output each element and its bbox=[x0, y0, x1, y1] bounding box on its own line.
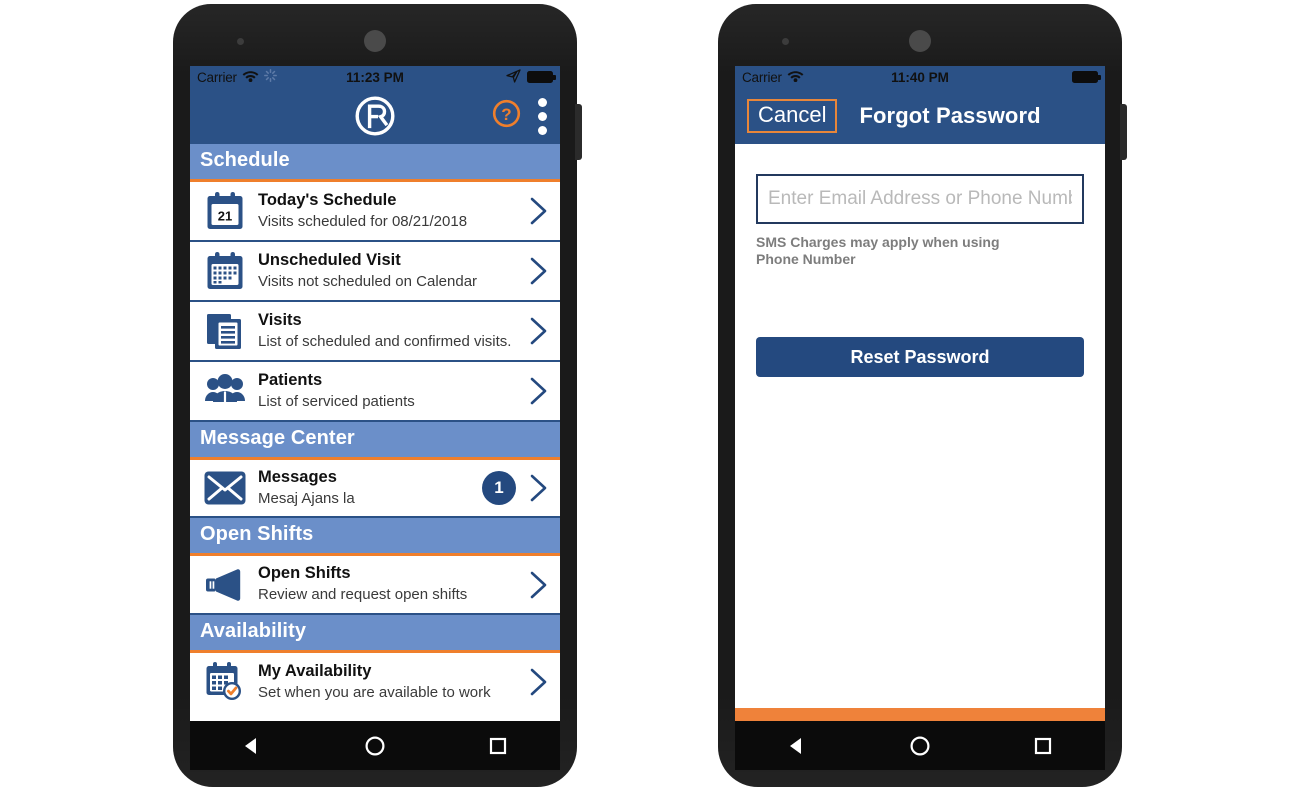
list-item-todays-schedule[interactable]: 21 Today's Schedule Visits scheduled for… bbox=[190, 182, 560, 242]
nav-bar-right: Cancel Forgot Password bbox=[735, 88, 1105, 144]
phone-device-right: Carrier 11:40 PM Cancel Forgot Password … bbox=[718, 4, 1127, 787]
list-item-open-shifts[interactable]: Open Shifts Review and request open shif… bbox=[190, 556, 560, 615]
list-item-title: Unscheduled Visit bbox=[258, 250, 401, 269]
list-item-subtitle: Review and request open shifts bbox=[258, 586, 468, 604]
home-circle-icon[interactable] bbox=[345, 735, 405, 757]
sms-charges-note: SMS Charges may apply when using Phone N… bbox=[756, 234, 1000, 268]
list-item-messages[interactable]: Messages Mesaj Ajans la 1 bbox=[190, 460, 560, 519]
help-question-icon[interactable]: ? bbox=[492, 99, 521, 133]
app-bar-left: ? bbox=[190, 88, 560, 144]
forgot-password-body: SMS Charges may apply when using Phone N… bbox=[735, 144, 1105, 721]
people-group-icon bbox=[201, 370, 249, 412]
section-header-schedule: Schedule bbox=[190, 144, 560, 182]
list-item-text: Unscheduled Visit Visits not scheduled o… bbox=[249, 251, 522, 291]
calendar-day-21-icon: 21 bbox=[201, 190, 249, 232]
list-item-unscheduled-visit[interactable]: Unscheduled Visit Visits not scheduled o… bbox=[190, 242, 560, 302]
list-item-title: Patients bbox=[258, 370, 323, 389]
list-item-title: My Availability bbox=[258, 661, 372, 680]
chevron-right-icon bbox=[526, 196, 552, 226]
status-bar-left-group: Carrier bbox=[197, 69, 277, 85]
app-bar-actions: ? bbox=[492, 96, 550, 137]
carrier-label: Carrier bbox=[197, 69, 237, 85]
back-triangle-icon[interactable] bbox=[222, 735, 282, 757]
recents-square-icon[interactable] bbox=[468, 735, 528, 757]
carrier-label: Carrier bbox=[742, 69, 782, 85]
section-message-center: Message Center Messages Mesaj Ajans la 1 bbox=[190, 422, 560, 519]
list-item-subtitle: List of scheduled and confirmed visits. bbox=[258, 332, 512, 350]
chevron-right-icon bbox=[526, 256, 552, 286]
android-nav-bar-left bbox=[190, 721, 560, 770]
section-header-message-center: Message Center bbox=[190, 422, 560, 460]
cancel-button[interactable]: Cancel bbox=[747, 99, 838, 133]
recents-square-icon[interactable] bbox=[1013, 735, 1073, 757]
list-item-title: Visits bbox=[258, 310, 302, 329]
front-camera-icon bbox=[364, 30, 386, 52]
svg-text:?: ? bbox=[501, 105, 511, 124]
email-or-phone-input[interactable] bbox=[756, 174, 1084, 224]
list-item-text: Visits List of scheduled and confirmed v… bbox=[249, 311, 522, 351]
proximity-sensor-icon bbox=[237, 38, 244, 45]
section-header-availability: Availability bbox=[190, 614, 560, 653]
proximity-sensor-icon bbox=[782, 38, 789, 45]
status-bar-left: Carrier 11:23 PM bbox=[190, 66, 560, 88]
status-bar-right-group bbox=[506, 68, 556, 86]
list-item-subtitle: List of serviced patients bbox=[258, 392, 415, 410]
section-availability: Availability My Availability Set when yo… bbox=[190, 614, 560, 711]
list-item-patients[interactable]: Patients List of serviced patients bbox=[190, 362, 560, 422]
location-arrow-icon bbox=[506, 68, 521, 86]
svg-text:21: 21 bbox=[218, 209, 232, 224]
calendar-check-icon bbox=[201, 661, 249, 703]
back-triangle-icon[interactable] bbox=[767, 735, 827, 757]
chevron-right-icon bbox=[526, 473, 552, 503]
chevron-right-icon bbox=[526, 316, 552, 346]
forgot-password-form: SMS Charges may apply when using Phone N… bbox=[735, 144, 1105, 268]
front-camera-icon bbox=[909, 30, 931, 52]
list-item-subtitle: Set when you are available to work bbox=[258, 683, 491, 701]
sync-spinner-icon bbox=[263, 69, 277, 85]
wifi-icon bbox=[787, 69, 804, 85]
page-title: Forgot Password bbox=[859, 103, 1041, 128]
screen-left: Carrier 11:23 PM ? Schedule 21 Today's S… bbox=[190, 66, 560, 721]
power-button[interactable] bbox=[1120, 104, 1127, 160]
chevron-right-icon bbox=[526, 667, 552, 697]
section-open-shifts: Open Shifts Open Shifts Review and reque… bbox=[190, 518, 560, 615]
list-item-subtitle: Visits scheduled for 08/21/2018 bbox=[258, 212, 468, 230]
status-bar-right: Carrier 11:40 PM bbox=[735, 66, 1105, 88]
list-item-title: Today's Schedule bbox=[258, 190, 397, 209]
list-item-subtitle: Visits not scheduled on Calendar bbox=[258, 272, 478, 290]
list-item-visits[interactable]: Visits List of scheduled and confirmed v… bbox=[190, 302, 560, 362]
list-item-text: Open Shifts Review and request open shif… bbox=[249, 564, 522, 604]
reset-password-button[interactable]: Reset Password bbox=[756, 337, 1084, 378]
power-button[interactable] bbox=[575, 104, 582, 160]
list-item-subtitle: Mesaj Ajans la bbox=[258, 489, 355, 507]
list-item-my-availability[interactable]: My Availability Set when you are availab… bbox=[190, 652, 560, 711]
megaphone-icon bbox=[201, 566, 249, 604]
android-nav-bar-right bbox=[735, 721, 1105, 770]
list-item-title: Open Shifts bbox=[258, 564, 351, 583]
calendar-grid-icon bbox=[201, 250, 249, 292]
envelope-icon bbox=[201, 470, 249, 506]
chevron-right-icon bbox=[526, 376, 552, 406]
home-circle-icon[interactable] bbox=[890, 735, 950, 757]
screenshot-stage: Carrier 11:23 PM ? Schedule 21 Today's S… bbox=[0, 0, 1297, 801]
battery-full-icon bbox=[527, 71, 556, 83]
status-bar-right-group bbox=[1072, 71, 1101, 83]
chevron-right-icon bbox=[526, 570, 552, 600]
list-item-title: Messages bbox=[258, 468, 337, 486]
status-badge: 1 bbox=[482, 471, 516, 506]
bottom-accent-bar bbox=[735, 708, 1105, 721]
screen-right: Carrier 11:40 PM Cancel Forgot Password … bbox=[735, 66, 1105, 721]
status-bar-left-group: Carrier bbox=[742, 69, 804, 85]
list-item-text: Today's Schedule Visits scheduled for 08… bbox=[249, 191, 522, 231]
documents-list-icon bbox=[201, 310, 249, 352]
list-item-text: Messages Mesaj Ajans la bbox=[249, 468, 482, 508]
list-item-text: Patients List of serviced patients bbox=[249, 371, 522, 411]
battery-full-icon bbox=[1072, 71, 1101, 83]
section-header-open-shifts: Open Shifts bbox=[190, 518, 560, 557]
overflow-menu-icon[interactable] bbox=[535, 96, 550, 137]
phone-device-left: Carrier 11:23 PM ? Schedule 21 Today's S… bbox=[173, 4, 582, 787]
wifi-icon bbox=[242, 69, 259, 85]
list-item-text: My Availability Set when you are availab… bbox=[249, 662, 522, 702]
section-schedule: Schedule 21 Today's Schedule Visits sche… bbox=[190, 144, 560, 422]
